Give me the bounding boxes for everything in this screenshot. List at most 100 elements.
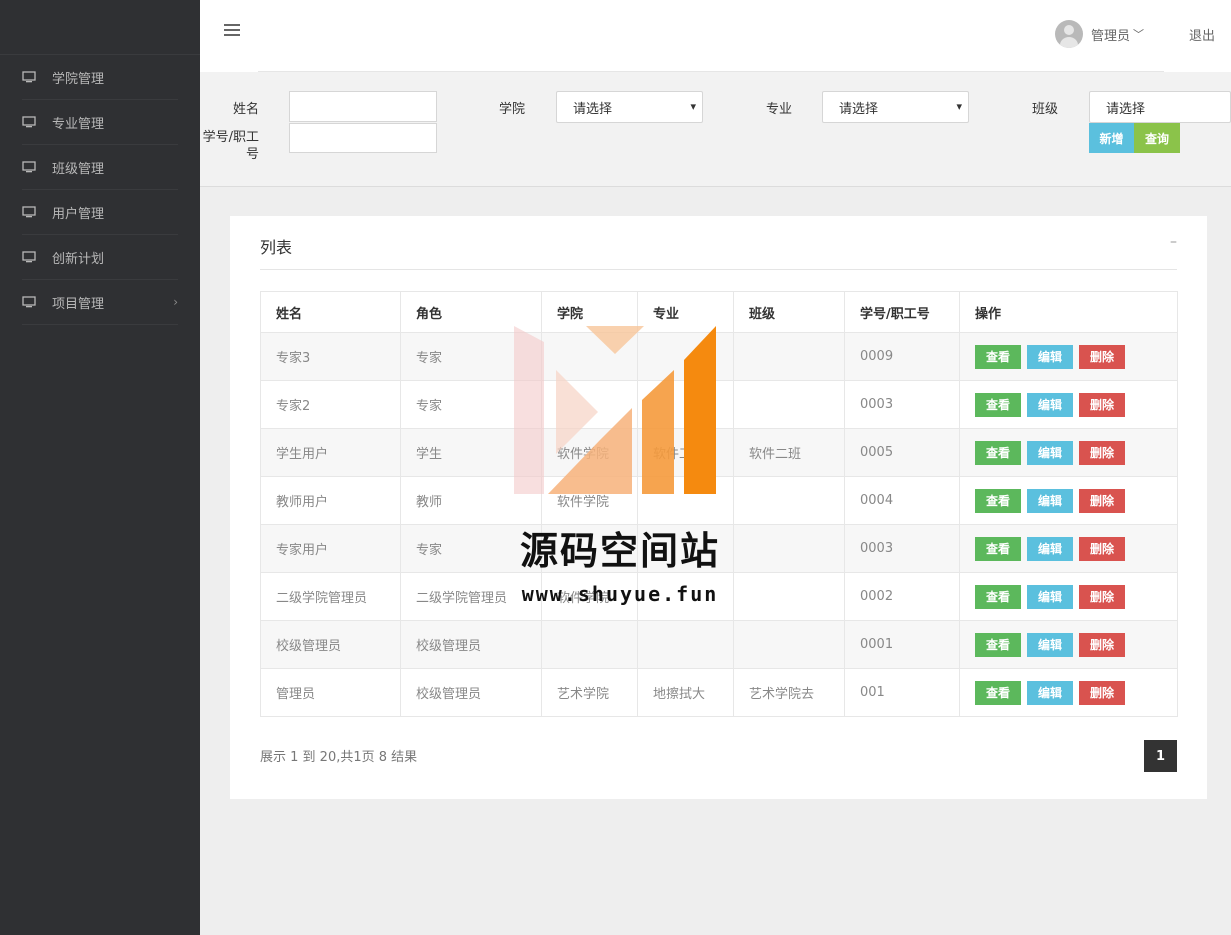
table-row: 管理员 校级管理员 艺术学院 地擦拭大 艺术学院去 001 查看 编辑 删除 (260, 668, 1178, 717)
monitor-icon (22, 161, 36, 173)
cell-college: 软件学院 (541, 476, 638, 525)
cell-college (541, 620, 638, 669)
cell-role: 专家 (400, 380, 542, 429)
cell-major (637, 476, 734, 525)
edit-button[interactable]: 编辑 (1027, 536, 1073, 561)
cell-actions: 查看 编辑 删除 (959, 524, 1178, 573)
view-button[interactable]: 查看 (975, 584, 1021, 609)
page-button-1[interactable]: 1 (1144, 740, 1177, 772)
logout-link[interactable]: 退出 (1189, 25, 1215, 44)
delete-button[interactable]: 删除 (1079, 632, 1125, 657)
delete-button[interactable]: 删除 (1079, 488, 1125, 513)
delete-button[interactable]: 删除 (1079, 440, 1125, 465)
student-id-label-line2: 号 (245, 147, 259, 162)
user-name: 管理员 (1091, 28, 1131, 44)
cell-major: 地擦拭大 (637, 668, 734, 717)
table-row: 专家3 专家 0009 查看 编辑 删除 (260, 332, 1178, 381)
edit-button[interactable]: 编辑 (1027, 344, 1073, 369)
student-id-input[interactable] (289, 123, 437, 153)
cell-major (637, 524, 734, 573)
sidebar-item-label: 班级管理 (52, 161, 105, 177)
sidebar-item-label: 学院管理 (52, 71, 105, 87)
sidebar-item-0[interactable]: 学院管理 (22, 55, 178, 100)
edit-button[interactable]: 编辑 (1027, 488, 1073, 513)
cell-role: 二级学院管理员 (400, 572, 542, 621)
cell-major (637, 332, 734, 381)
edit-button[interactable]: 编辑 (1027, 392, 1073, 417)
cell-class (733, 572, 845, 621)
college-select-value: 请选择 (573, 101, 613, 117)
delete-button[interactable]: 删除 (1079, 344, 1125, 369)
collapse-icon[interactable]: – (1170, 234, 1177, 250)
cell-name: 专家2 (260, 380, 401, 429)
table-row: 二级学院管理员 二级学院管理员 软件学院 0002 查看 编辑 删除 (260, 572, 1178, 621)
sidebar-item-1[interactable]: 专业管理 (22, 100, 178, 145)
column-header: 学号/职工号 (844, 291, 960, 333)
cell-major (637, 620, 734, 669)
edit-button[interactable]: 编辑 (1027, 680, 1073, 705)
college-select[interactable]: 请选择 ▾ (556, 91, 703, 123)
sidebar-item-5[interactable]: 项目管理 › (22, 280, 178, 325)
cell-role: 校级管理员 (400, 620, 542, 669)
sidebar-item-4[interactable]: 创新计划 (22, 235, 178, 280)
cell-id: 0003 (844, 380, 960, 429)
delete-button[interactable]: 删除 (1079, 680, 1125, 705)
class-select[interactable]: 请选择 (1089, 91, 1231, 123)
class-select-value: 请选择 (1106, 101, 1146, 117)
view-button[interactable]: 查看 (975, 632, 1021, 657)
view-button[interactable]: 查看 (975, 488, 1021, 513)
cell-id: 0005 (844, 428, 960, 477)
panel-title: 列表 (260, 238, 293, 257)
cell-class: 软件二班 (733, 428, 845, 477)
add-button[interactable]: 新增 (1089, 123, 1134, 153)
chevron-down-icon: ▾ (956, 100, 962, 113)
edit-button[interactable]: 编辑 (1027, 632, 1073, 657)
cell-class: 艺术学院去 (733, 668, 845, 717)
cell-id: 0003 (844, 524, 960, 573)
view-button[interactable]: 查看 (975, 344, 1021, 369)
view-button[interactable]: 查看 (975, 440, 1021, 465)
sidebar-item-3[interactable]: 用户管理 (22, 190, 178, 235)
query-button[interactable]: 查询 (1134, 123, 1180, 153)
name-input[interactable] (289, 91, 437, 122)
sidebar-item-label: 用户管理 (52, 206, 105, 222)
menu-toggle-icon[interactable] (224, 24, 240, 40)
cell-major (637, 380, 734, 429)
cell-name: 专家3 (260, 332, 401, 381)
sidebar: 学院管理专业管理班级管理用户管理创新计划 项目管理 › (0, 0, 200, 935)
table-body: 专家3 专家 0009 查看 编辑 删除 专家2 专家 0003 查看 编辑 删除 学生用户 学生 软件学院… (260, 332, 1178, 717)
major-label: 专业 (765, 102, 792, 117)
column-header: 操作 (959, 291, 1178, 333)
delete-button[interactable]: 删除 (1079, 584, 1125, 609)
edit-button[interactable]: 编辑 (1027, 440, 1073, 465)
chevron-down-icon: ﹀ (1133, 28, 1145, 41)
cell-actions: 查看 编辑 删除 (959, 476, 1178, 525)
monitor-icon (22, 251, 36, 263)
cell-name: 校级管理员 (260, 620, 401, 669)
monitor-icon (22, 116, 36, 128)
major-select[interactable]: 请选择 ▾ (822, 91, 969, 123)
cell-class (733, 380, 845, 429)
column-header: 班级 (733, 291, 845, 333)
delete-button[interactable]: 删除 (1079, 392, 1125, 417)
cell-name: 专家用户 (260, 524, 401, 573)
user-menu[interactable]: 管理员 ﹀ (1055, 20, 1144, 48)
cell-id: 0002 (844, 572, 960, 621)
view-button[interactable]: 查看 (975, 680, 1021, 705)
view-button[interactable]: 查看 (975, 392, 1021, 417)
student-id-label: 学号/职工 号 (200, 129, 259, 163)
cell-role: 教师 (400, 476, 542, 525)
cell-major: 软件工 (637, 428, 734, 477)
list-panel: 列表 – 姓名 角色 学院 专业 班级 学号/职工号 操作 专家3 专家 0009 查看 编辑 删除专… (230, 216, 1207, 799)
view-button[interactable]: 查看 (975, 536, 1021, 561)
cell-name: 二级学院管理员 (260, 572, 401, 621)
sidebar-item-2[interactable]: 班级管理 (22, 145, 178, 190)
cell-class (733, 476, 845, 525)
edit-button[interactable]: 编辑 (1027, 584, 1073, 609)
delete-button[interactable]: 删除 (1079, 536, 1125, 561)
sidebar-item-label: 项目管理 (52, 296, 105, 312)
sidebar-nav: 学院管理专业管理班级管理用户管理创新计划 项目管理 › (0, 55, 200, 325)
college-label: 学院 (498, 102, 525, 117)
class-label: 班级 (1031, 102, 1058, 117)
cell-actions: 查看 编辑 删除 (959, 572, 1178, 621)
